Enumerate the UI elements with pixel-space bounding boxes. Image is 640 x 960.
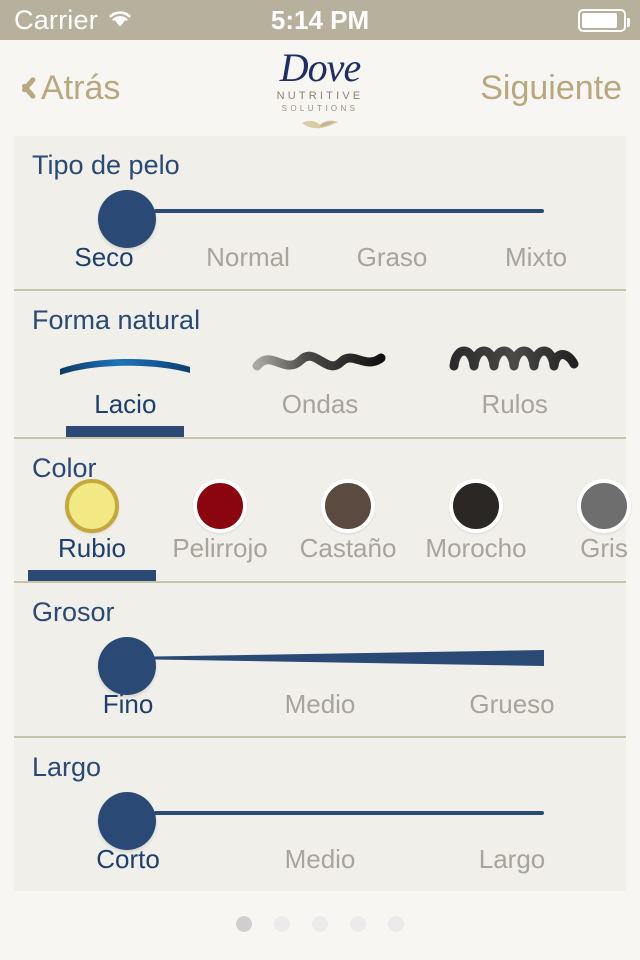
option-largo[interactable]: Largo: [416, 844, 608, 875]
color-swatch-castano[interactable]: [321, 479, 375, 533]
chevron-left-icon: [18, 73, 35, 103]
hair-type-labels: Seco Normal Graso Mixto: [14, 242, 626, 289]
selected-underline: [28, 570, 156, 581]
logo-tagline-2: SOLUTIONS: [281, 104, 359, 113]
wifi-icon: [106, 5, 134, 36]
option-label: Gris: [580, 533, 628, 563]
carrier-label: Carrier: [14, 4, 98, 35]
selected-underline: [66, 426, 185, 437]
option-label: Lacio: [94, 389, 157, 419]
dove-bird-icon: [300, 116, 340, 137]
curly-hair-icon: [444, 339, 586, 385]
page-dot-5[interactable]: [388, 916, 404, 932]
option-ondas[interactable]: Ondas: [223, 339, 418, 437]
option-normal[interactable]: Normal: [176, 242, 320, 273]
option-seco[interactable]: Seco: [32, 242, 176, 273]
color-swatch-wrap: [65, 479, 119, 533]
section-grosor: Grosor Fino Medio Grueso: [14, 583, 626, 738]
selected-underline: [261, 426, 379, 437]
back-button-label: Atrás: [41, 68, 121, 107]
selected-underline: [284, 570, 412, 581]
color-swatch-rubio[interactable]: [65, 479, 119, 533]
option-medio[interactable]: Medio: [224, 844, 416, 875]
section-largo: Largo Corto Medio Largo: [14, 738, 626, 891]
color-swatch-wrap: [321, 479, 375, 533]
option-grueso[interactable]: Grueso: [416, 689, 608, 720]
section-forma-natural: Forma natural Lacio Ondas Rulos: [14, 291, 626, 439]
option-lacio[interactable]: Lacio: [28, 339, 223, 437]
hair-type-slider[interactable]: [14, 180, 626, 248]
back-button[interactable]: Atrás: [18, 69, 120, 108]
option-rubio[interactable]: Rubio: [28, 479, 156, 581]
color-swatch-pelirrojo[interactable]: [193, 479, 247, 533]
logo-wordmark: Dove: [279, 45, 361, 90]
option-graso[interactable]: Graso: [320, 242, 464, 273]
option-gris[interactable]: Gris: [540, 479, 640, 581]
option-label: Ondas: [281, 389, 359, 419]
option-rulos[interactable]: Rulos: [417, 339, 612, 437]
option-morocho[interactable]: Morocho: [412, 479, 540, 581]
thickness-slider[interactable]: [14, 627, 626, 695]
section-title: Tipo de pelo: [32, 150, 180, 180]
color-swatch-wrap: [449, 479, 503, 533]
option-medio[interactable]: Medio: [224, 689, 416, 720]
selected-underline: [540, 570, 640, 581]
option-pelirrojo[interactable]: Pelirrojo: [156, 479, 284, 581]
nav-bar: Atrás Dove NUTRITIVE SOLUTIONS Siguiente: [0, 40, 640, 136]
option-label: Rulos: [481, 389, 548, 419]
color-swatch-morocho[interactable]: [449, 479, 503, 533]
status-left: Carrier: [14, 5, 134, 36]
length-labels: Corto Medio Largo: [14, 844, 626, 891]
selected-underline: [456, 426, 574, 437]
sections-list: Tipo de pelo Seco Normal Graso Mixto For…: [0, 136, 640, 891]
section-title: Forma natural: [32, 305, 201, 335]
next-button[interactable]: Siguiente: [480, 69, 622, 108]
thickness-labels: Fino Medio Grueso: [14, 689, 626, 736]
section-color: Color Rubio Pelirrojo Castaño Morocho Gr…: [14, 439, 631, 583]
status-right: [578, 8, 630, 32]
battery-icon: [578, 8, 630, 32]
section-title: Grosor: [32, 597, 115, 627]
color-swatch-gris[interactable]: [577, 479, 631, 533]
section-tipo-de-pelo: Tipo de pelo Seco Normal Graso Mixto: [14, 136, 626, 291]
page-dot-3[interactable]: [312, 916, 328, 932]
straight-hair-icon: [54, 339, 196, 385]
page-indicator: [0, 916, 640, 932]
selected-underline: [156, 570, 284, 581]
slider-knob[interactable]: [98, 637, 156, 695]
section-title: Largo: [32, 752, 102, 782]
option-mixto[interactable]: Mixto: [464, 242, 608, 273]
hair-shape-options: Lacio Ondas Rulos: [14, 335, 626, 437]
section-title: Color: [32, 453, 97, 483]
color-swatch-wrap: [193, 479, 247, 533]
wavy-hair-icon: [249, 339, 391, 385]
option-label: Castaño: [299, 533, 397, 563]
slider-track[interactable]: [154, 209, 544, 213]
slider-track[interactable]: [154, 647, 544, 669]
length-slider[interactable]: [14, 782, 626, 850]
page-dot-4[interactable]: [350, 916, 366, 932]
logo-tagline-1: NUTRITIVE: [276, 90, 364, 102]
app-root: Carrier 5:14 PM Atrás Dove NUTRITIVE SOL…: [0, 0, 640, 960]
status-bar: Carrier 5:14 PM: [0, 0, 640, 40]
page-dot-2[interactable]: [274, 916, 290, 932]
slider-knob[interactable]: [98, 190, 156, 248]
option-castano[interactable]: Castaño: [284, 479, 412, 581]
slider-knob[interactable]: [98, 792, 156, 850]
color-swatch-wrap: [577, 479, 631, 533]
option-label: Rubio: [58, 533, 126, 563]
page-dot-1[interactable]: [236, 916, 252, 932]
hair-color-options: Rubio Pelirrojo Castaño Morocho Gris: [14, 479, 631, 581]
selected-underline: [412, 570, 540, 581]
option-label: Pelirrojo: [172, 533, 268, 563]
option-label: Morocho: [425, 533, 527, 563]
slider-track[interactable]: [154, 811, 544, 815]
